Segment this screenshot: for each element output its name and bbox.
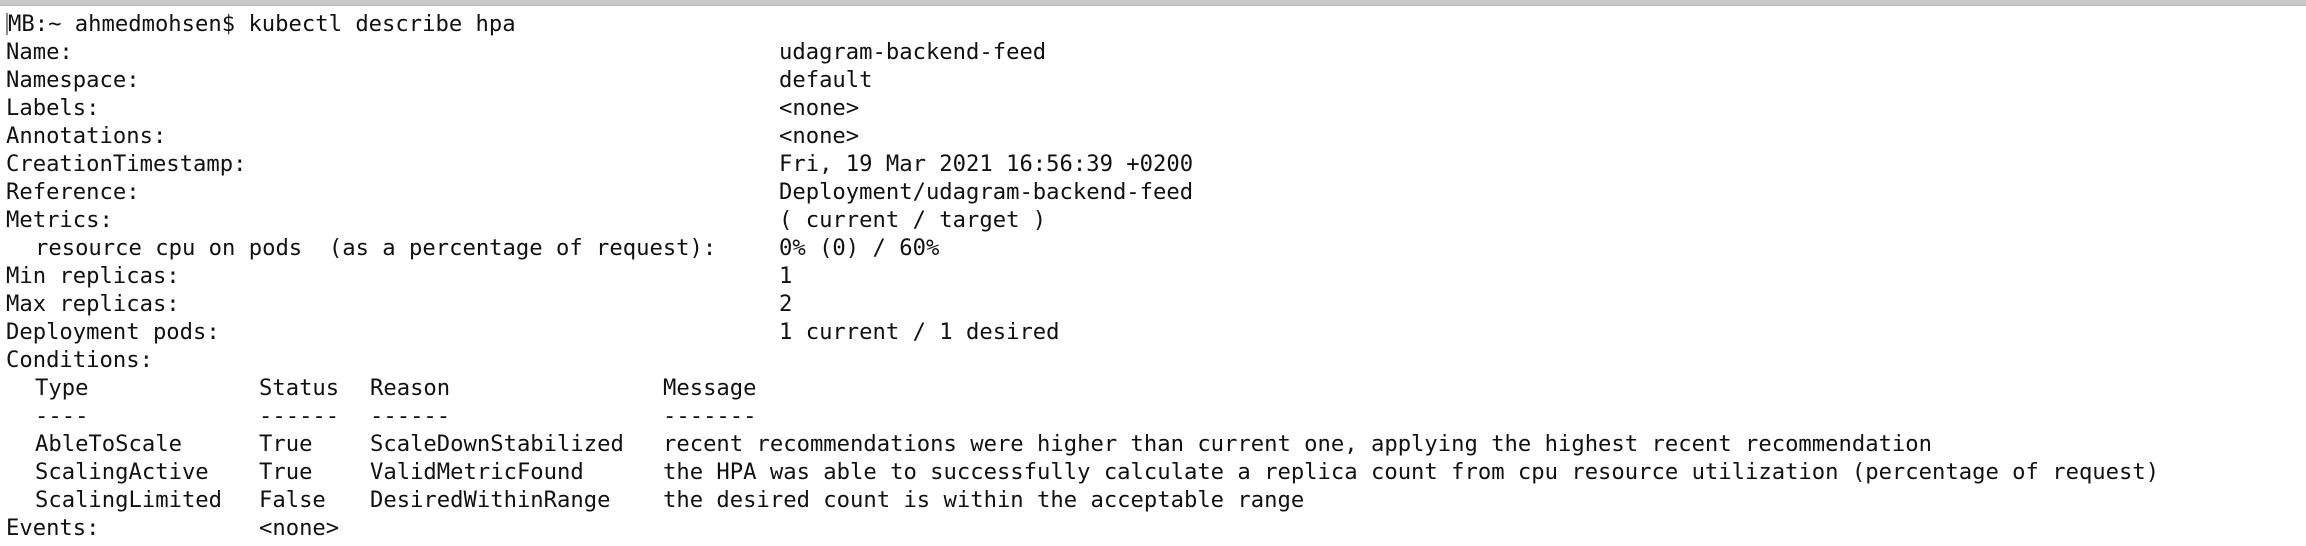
field-value: Fri, 19 Mar 2021 16:56:39 +0200 (779, 151, 1194, 177)
header-type: Type (35, 375, 89, 401)
field-metrics-row: Metrics: ( current / target ) (6, 206, 2300, 234)
field-value: <none> (779, 123, 860, 149)
header-reason: Reason (370, 375, 451, 401)
underline-message: ------- (663, 403, 757, 429)
field-key: Reference: (6, 179, 140, 205)
field-namespace-row: Namespace: default (6, 66, 2300, 94)
field-key: CreationTimestamp: (6, 151, 247, 177)
condition-reason: DesiredWithinRange (370, 487, 611, 513)
events-label: Events: (6, 515, 100, 541)
field-value: 0% (0) / 60% (779, 235, 940, 261)
condition-type: ScalingLimited (35, 487, 223, 513)
field-max-replicas-row: Max replicas: 2 (6, 290, 2300, 318)
condition-row: ScalingLimited False DesiredWithinRange the… (6, 486, 2300, 514)
field-min-replicas-row: Min replicas: 1 (6, 262, 2300, 290)
underline-status: ------ (259, 403, 340, 429)
field-value: ( current / target ) (779, 207, 1047, 233)
field-value: <none> (779, 95, 860, 121)
events-value: <none> (259, 515, 340, 541)
field-cpu-metric-row: resource cpu on pods (as a percentage of… (6, 234, 2300, 262)
condition-message: the desired count is within the acceptab… (663, 487, 1305, 513)
events-row: Events: <none> (6, 514, 2300, 542)
conditions-label: Conditions: (6, 347, 153, 373)
conditions-header-row: Type Status Reason Message (6, 374, 2300, 402)
field-key: Max replicas: (6, 291, 180, 317)
prompt-host: MB:~ (8, 11, 62, 37)
condition-status: False (259, 487, 326, 513)
condition-reason: ScaleDownStabilized (370, 431, 624, 457)
field-key: Namespace: (6, 67, 140, 93)
field-value: udagram-backend-feed (779, 39, 1047, 65)
field-deployment-pods-row: Deployment pods: 1 current / 1 desired (6, 318, 2300, 346)
field-annotations-row: Annotations: <none> (6, 122, 2300, 150)
condition-message: the HPA was able to successfully calcula… (663, 459, 2160, 485)
condition-type: ScalingActive (35, 459, 209, 485)
field-value: 2 (779, 291, 793, 317)
field-value: 1 (779, 263, 793, 289)
condition-status: True (259, 431, 313, 457)
header-message: Message (663, 375, 757, 401)
command-prompt-line: MB:~ ahmedmohsen$ kubectl describe hpa (6, 10, 2300, 38)
field-value: Deployment/udagram-backend-feed (779, 179, 1194, 205)
terminal-output[interactable]: MB:~ ahmedmohsen$ kubectl describe hpa N… (6, 10, 2300, 542)
field-key: Metrics: (6, 207, 113, 233)
field-creation-timestamp-row: CreationTimestamp: Fri, 19 Mar 2021 16:56… (6, 150, 2300, 178)
field-key: Labels: (6, 95, 100, 121)
field-key: Min replicas: (6, 263, 180, 289)
field-key: Annotations: (6, 123, 167, 149)
condition-status: True (259, 459, 313, 485)
header-status: Status (259, 375, 340, 401)
field-labels-row: Labels: <none> (6, 94, 2300, 122)
condition-row: AbleToScale True ScaleDownStabilized recent… (6, 430, 2300, 458)
field-key: Name: (6, 39, 73, 65)
prompt-user: ahmedmohsen$ (74, 11, 236, 37)
field-key: Deployment pods: (6, 319, 220, 345)
condition-reason: ValidMetricFound (370, 459, 584, 485)
underline-type: ---- (35, 403, 89, 429)
field-name-row: Name: udagram-backend-feed (6, 38, 2300, 66)
field-value: 1 current / 1 desired (779, 319, 1060, 345)
conditions-underline-row: ---- ------ ------ ------- (6, 402, 2300, 430)
condition-row: ScalingActive True ValidMetricFound the HPA… (6, 458, 2300, 486)
window-top-border (0, 0, 2306, 6)
field-reference-row: Reference: Deployment/udagram-backend-fee… (6, 178, 2300, 206)
prompt-command: kubectl describe hpa (248, 11, 516, 37)
condition-type: AbleToScale (35, 431, 182, 457)
field-value: default (779, 67, 873, 93)
condition-message: recent recommendations were higher than … (663, 431, 1933, 457)
field-key: resource cpu on pods (as a percentage of… (35, 235, 717, 261)
underline-reason: ------ (370, 403, 451, 429)
